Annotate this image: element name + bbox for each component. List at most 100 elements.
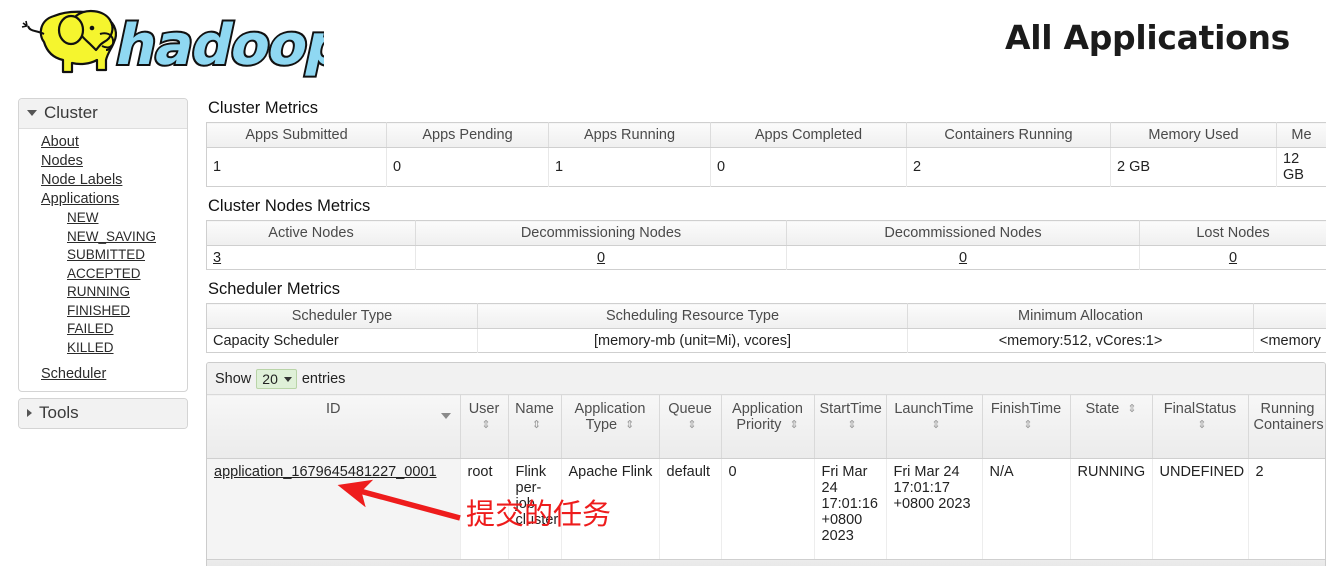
value-scheduler-type: Capacity Scheduler (206, 328, 478, 353)
table-row: application_1679645481227_0001 root Flin… (207, 458, 1325, 559)
col-header-launchtime[interactable]: LaunchTime ⇕ (886, 394, 983, 459)
hadoop-logo: hadoop (14, 4, 324, 82)
cell-application-type: Apache Flink (561, 458, 660, 559)
chevron-right-icon (27, 409, 32, 417)
cell-starttime: Fri Mar 24 17:01:16 +0800 2023 (814, 458, 887, 559)
value-apps-completed: 0 (710, 147, 907, 187)
col-header-queue[interactable]: Queue ⇕ (659, 394, 722, 459)
sort-both-icon: ⇕ (625, 419, 635, 431)
page-size-select[interactable]: 20 (256, 369, 297, 389)
col-active-nodes: Active Nodes (206, 220, 416, 246)
application-id-link[interactable]: application_1679645481227_0001 (214, 464, 437, 480)
lost-nodes-link[interactable]: 0 (1229, 250, 1237, 266)
datatable-length-control: Show 20 entries (207, 363, 1325, 394)
sidebar-item-state-running[interactable]: RUNNING (19, 283, 187, 302)
sidebar-item-nodes[interactable]: Nodes (19, 152, 187, 171)
value-memory-total: 12 GB (1276, 147, 1326, 187)
show-label: Show (215, 371, 252, 387)
applications-table: ID User ⇕ Name ⇕ Application Type ⇕ Queu… (207, 394, 1325, 559)
cell-launchtime: Fri Mar 24 17:01:17 +0800 2023 (886, 458, 983, 559)
sort-descending-icon (440, 413, 451, 419)
value-containers-running: 2 (906, 147, 1111, 187)
decommissioning-nodes-link[interactable]: 0 (597, 250, 605, 266)
sidebar-section-tools-label: Tools (39, 403, 79, 422)
col-header-finalstatus[interactable]: FinalStatus ⇕ (1152, 394, 1249, 459)
col-apps-pending: Apps Pending (386, 122, 549, 148)
sort-both-icon: ⇕ (481, 419, 491, 431)
col-header-state-label: State (1085, 401, 1120, 417)
value-active-nodes[interactable]: 3 (206, 245, 416, 270)
sort-both-icon: ⇕ (687, 419, 697, 431)
sidebar-section-tools[interactable]: Tools (19, 399, 187, 428)
scheduler-metrics-table: Scheduler Type Scheduling Resource Type … (206, 303, 1326, 353)
scheduler-metrics-title: Scheduler Metrics (208, 280, 341, 298)
col-header-running-containers[interactable]: Running Containers (1248, 394, 1325, 459)
sidebar-item-state-finished[interactable]: FINISHED (19, 302, 187, 321)
cell-application-priority: 0 (721, 458, 815, 559)
col-header-queue-label: Queue (668, 401, 712, 417)
col-decommissioned-nodes: Decommissioned Nodes (786, 220, 1140, 246)
decommissioned-nodes-link[interactable]: 0 (959, 250, 967, 266)
cell-finalstatus: UNDEFINED (1152, 458, 1249, 559)
col-header-running-containers-label: Running Containers (1253, 401, 1324, 433)
cell-queue: default (659, 458, 722, 559)
main-content: Cluster Metrics Apps Submitted Apps Pend… (206, 98, 1326, 566)
value-apps-running: 1 (548, 147, 711, 187)
sidebar-item-state-new[interactable]: NEW (19, 209, 187, 228)
col-header-application-priority[interactable]: Application Priority ⇕ (721, 394, 815, 459)
cell-state: RUNNING (1070, 458, 1153, 559)
col-decommissioning-nodes: Decommissioning Nodes (415, 220, 787, 246)
col-header-application-type[interactable]: Application Type ⇕ (561, 394, 660, 459)
svg-text:hadoop: hadoop (110, 13, 324, 78)
col-header-launchtime-label: LaunchTime (894, 401, 974, 417)
sidebar-section-cluster[interactable]: Cluster (19, 99, 187, 129)
col-header-user[interactable]: User ⇕ (460, 394, 509, 459)
cell-running-containers: 2 (1248, 458, 1325, 559)
cell-application-id[interactable]: application_1679645481227_0001 (207, 458, 461, 559)
col-header-user-label: User (468, 401, 500, 417)
applications-datatable: Show 20 entries ID User ⇕ Name ⇕ Applica… (206, 362, 1326, 566)
value-maximum-allocation: <memory (1253, 328, 1326, 353)
sidebar-item-state-failed[interactable]: FAILED (19, 320, 187, 339)
col-scheduler-type: Scheduler Type (206, 303, 478, 329)
page-title: All Applications (1005, 18, 1290, 57)
col-header-name[interactable]: Name ⇕ (508, 394, 562, 459)
nodes-metrics-value-row: 3 0 0 0 (206, 245, 1326, 270)
col-header-id-label: ID (326, 401, 341, 417)
tools-nav-block: Tools (18, 398, 188, 429)
sort-both-icon: ⇕ (931, 419, 941, 431)
sidebar-item-state-accepted[interactable]: ACCEPTED (19, 265, 187, 284)
sidebar-item-applications[interactable]: Applications (19, 190, 187, 209)
sidebar-item-node-labels[interactable]: Node Labels (19, 171, 187, 190)
col-header-id[interactable]: ID (207, 394, 461, 459)
col-header-finishtime[interactable]: FinishTime ⇕ (982, 394, 1071, 459)
active-nodes-link[interactable]: 3 (213, 250, 221, 266)
chevron-down-icon (283, 376, 292, 382)
sidebar-item-about[interactable]: About (19, 133, 187, 152)
sort-both-icon: ⇕ (1023, 419, 1033, 431)
cluster-nav-items: About Nodes Node Labels Applications NEW… (19, 129, 187, 391)
value-decommissioning-nodes[interactable]: 0 (415, 245, 787, 270)
col-header-state[interactable]: State ⇕ (1070, 394, 1153, 459)
sort-both-icon: ⇕ (1127, 403, 1137, 415)
cluster-metrics-title: Cluster Metrics (208, 99, 319, 117)
sidebar-item-state-new-saving[interactable]: NEW_SAVING (19, 228, 187, 247)
value-lost-nodes[interactable]: 0 (1139, 245, 1326, 270)
sidebar-item-scheduler[interactable]: Scheduler (19, 365, 187, 384)
col-memory-total-truncated: Me (1276, 122, 1326, 148)
value-apps-submitted: 1 (206, 147, 387, 187)
sidebar-item-state-submitted[interactable]: SUBMITTED (19, 246, 187, 265)
cluster-nav-block: Cluster About Nodes Node Labels Applicat… (18, 98, 188, 392)
cell-finishtime: N/A (982, 458, 1071, 559)
col-apps-completed: Apps Completed (710, 122, 907, 148)
sort-both-icon: ⇕ (1197, 419, 1207, 431)
sidebar-item-state-killed[interactable]: KILLED (19, 339, 187, 358)
cluster-nodes-metrics-table: Active Nodes Decommissioning Nodes Decom… (206, 220, 1326, 270)
col-header-starttime[interactable]: StartTime ⇕ (814, 394, 887, 459)
value-decommissioned-nodes[interactable]: 0 (786, 245, 1140, 270)
sidebar: Cluster About Nodes Node Labels Applicat… (18, 98, 188, 435)
col-minimum-allocation: Minimum Allocation (907, 303, 1254, 329)
